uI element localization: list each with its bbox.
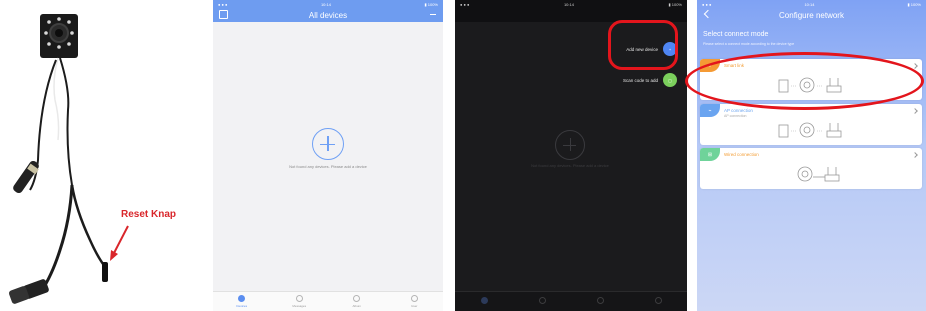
camera-photo: Reset Knap [0,0,205,311]
status-time: 10:14 [563,1,574,7]
nav-bar: Configure network [697,8,926,22]
tab-album[interactable] [580,297,620,306]
mode-card-ap-connection[interactable]: ⌁ AP connection AP connection [700,104,922,145]
mode-subtitle: AP connection [724,114,747,118]
page-title: All devices [308,10,348,20]
battery-indicator: ▮ 100% [907,1,921,7]
status-bar: ● ● ● 10:14 ▮ 100% [697,0,926,8]
tab-user[interactable] [638,297,678,306]
reset-button-label: Reset Knap [121,209,177,220]
section-hint: Please select a connect mode according t… [703,42,795,46]
empty-message: Not found any devices. Please add a devi… [289,164,367,169]
nav-bar: All devices [213,8,443,22]
status-bar: ● ● ● 10:14 ▮ 100% [455,0,687,8]
white-wire [53,57,60,141]
tab-bar: Devices Messages Album User [213,291,443,311]
tab-label: Messages [292,304,307,308]
tab-label: User [411,304,418,308]
tab-label: Album [352,304,361,308]
signal-indicator: ● ● ● [702,1,712,7]
cable-icon: ⊞ [700,148,720,161]
back-icon[interactable] [703,9,713,19]
album-icon [353,295,361,302]
tab-devices[interactable] [464,297,504,306]
tab-devices[interactable]: Devices [222,295,262,308]
status-bar: ● ● ● 10:14 ▮ 100% [213,0,443,8]
phone-screen-all-devices: ● ● ● 10:14 ▮ 100% All devices Not found… [213,0,443,311]
mode-title: Wired connection [724,152,759,157]
tab-user[interactable]: User [394,295,434,308]
section-heading: Select connect mode [703,31,769,38]
menu-icon[interactable] [219,10,228,19]
chevron-right-icon [912,152,918,158]
more-icon[interactable] [430,14,436,15]
user-icon [410,295,418,302]
messages-icon [295,295,303,302]
camera-illustration [8,14,129,304]
highlight-smart-link [685,52,924,110]
scan-code-button[interactable]: ▢ [663,73,677,87]
tab-bar [455,291,687,311]
tab-label: Devices [236,304,248,308]
signal-indicator: ● ● ● [460,1,470,7]
battery-indicator: ▮ 100% [668,1,682,7]
status-time: 10:14 [804,1,815,7]
reset-button [102,262,108,282]
battery-indicator: ▮ 100% [424,1,438,7]
page-title: Configure network [779,10,844,20]
camera-lens-core [55,29,63,37]
phone-screen-configure-network: ● ● ● 10:14 ▮ 100% Configure network Sel… [697,0,926,311]
messages-icon [538,297,546,304]
power-cable [40,184,74,291]
empty-message: Not found any devices. Please add a devi… [531,163,609,168]
main-cable [59,57,73,186]
highlight-add-device [608,20,678,70]
ap-connection-illustration [778,122,842,138]
mode-card-wired-connection[interactable]: ⊞ Wired connection [700,148,922,189]
antenna-icon: ⌁ [700,104,720,117]
mode-title: AP connection [724,108,753,113]
reset-cable [70,184,107,269]
add-device-icon[interactable] [312,128,344,160]
status-time: 10:14 [320,1,331,7]
chevron-right-icon [912,108,918,114]
signal-indicator: ● ● ● [218,1,228,7]
wired-connection-illustration [797,166,840,182]
menu-label: Scan code to add [622,77,658,83]
callout-arrow [112,225,129,256]
user-icon [654,297,662,304]
tab-messages[interactable]: Messages [279,295,319,308]
tab-album[interactable]: Album [337,295,377,308]
tab-messages[interactable] [522,297,562,306]
add-device-icon [555,130,585,160]
menu-scan-code[interactable]: Scan code to add ▢ [623,73,677,87]
devices-icon [238,295,246,302]
devices-icon [480,297,488,304]
album-icon [596,297,604,304]
